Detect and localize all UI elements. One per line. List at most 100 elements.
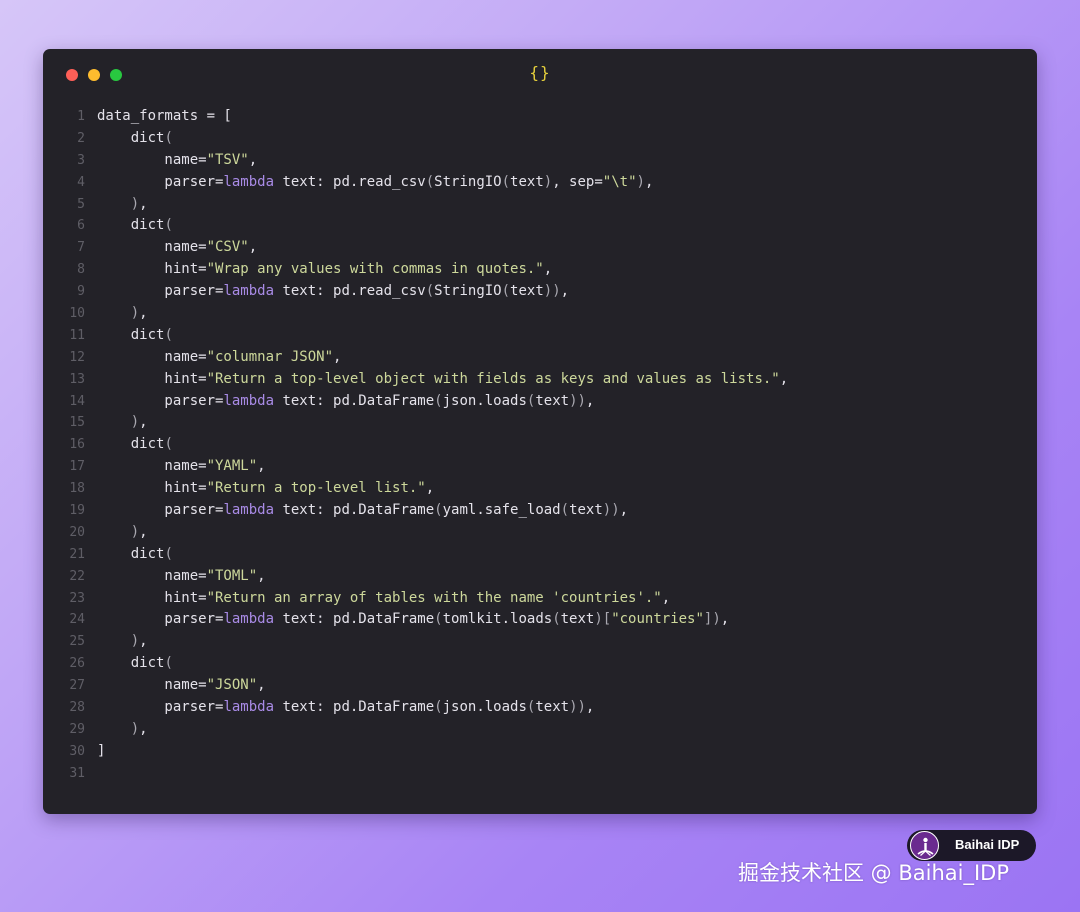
code-token: lambda bbox=[223, 173, 275, 190]
badge-label: Baihai IDP bbox=[955, 837, 1020, 852]
line-number: 20 bbox=[69, 524, 85, 540]
code-token: dict bbox=[97, 217, 165, 234]
code-token: , bbox=[139, 720, 148, 737]
code-token: ]) bbox=[703, 611, 721, 628]
line-number: 12 bbox=[69, 349, 85, 365]
line-number: 14 bbox=[69, 393, 85, 409]
code-line: 28 parser=lambda text: pd.DataFrame(json… bbox=[43, 697, 1037, 719]
code-token: dict bbox=[97, 655, 165, 672]
code-text: ), bbox=[97, 631, 148, 653]
code-token: ( bbox=[425, 173, 435, 190]
code-token: "CSV" bbox=[206, 239, 249, 256]
code-token: ( bbox=[164, 436, 173, 453]
code-token: , bbox=[644, 173, 654, 190]
code-token: text: pd.DataFrame bbox=[274, 502, 435, 519]
code-token: name= bbox=[97, 458, 207, 475]
code-token: ) bbox=[130, 414, 140, 431]
code-token: lambda bbox=[223, 502, 275, 519]
code-line: 9 parser=lambda text: pd.read_csv(String… bbox=[43, 281, 1037, 303]
code-token: hint= bbox=[97, 370, 207, 387]
code-token: ( bbox=[552, 611, 561, 628]
code-token: , sep= bbox=[552, 173, 603, 190]
code-token: )) bbox=[569, 392, 586, 409]
code-token: text bbox=[569, 502, 603, 519]
code-line: 1 data_formats = [ bbox=[43, 106, 1037, 128]
code-line: 5 ), bbox=[43, 194, 1037, 216]
line-number: 25 bbox=[69, 634, 85, 650]
code-token: name= bbox=[97, 151, 207, 168]
code-token: "Return an array of tables with the name… bbox=[206, 589, 662, 606]
code-token: StringIO bbox=[434, 283, 502, 300]
code-token: ) bbox=[130, 523, 140, 540]
code-text: name="TSV", bbox=[97, 150, 257, 172]
code-line: 29 ), bbox=[43, 719, 1037, 741]
code-token: )) bbox=[602, 502, 620, 519]
line-number: 16 bbox=[69, 437, 85, 453]
code-text: parser=lambda text: pd.DataFrame(tomlkit… bbox=[97, 609, 729, 631]
code-token: text bbox=[560, 611, 595, 628]
code-token: "JSON" bbox=[206, 677, 258, 694]
code-token: text bbox=[535, 699, 570, 716]
code-text: hint="Wrap any values with commas in quo… bbox=[97, 259, 552, 281]
page: { "window": { "title_icon": "{}", "traff… bbox=[0, 0, 1080, 912]
code-token: ) bbox=[130, 305, 140, 322]
code-token: ( bbox=[164, 217, 173, 234]
code-text: name="JSON", bbox=[97, 675, 265, 697]
code-text: hint="Return a top-level object with fie… bbox=[97, 369, 788, 391]
code-line: 24 parser=lambda text: pd.DataFrame(toml… bbox=[43, 609, 1037, 631]
code-token: parser= bbox=[97, 173, 224, 190]
code-token: "TSV" bbox=[206, 151, 249, 168]
code-token: , bbox=[585, 699, 595, 716]
code-editor: 1 data_formats = [2 dict(3 name="TSV", 4 p… bbox=[43, 106, 1037, 785]
line-number: 8 bbox=[77, 262, 85, 278]
code-text: dict( bbox=[97, 325, 173, 347]
code-token: )) bbox=[543, 283, 561, 300]
code-token: "Wrap any values with commas in quotes." bbox=[206, 261, 544, 278]
code-token: ( bbox=[434, 699, 443, 716]
line-number: 17 bbox=[69, 459, 85, 475]
code-text: hint="Return an array of tables with the… bbox=[97, 588, 670, 610]
code-token: lambda bbox=[223, 699, 275, 716]
line-number: 2 bbox=[77, 130, 85, 146]
code-token: parser= bbox=[97, 699, 224, 716]
code-line: 31 bbox=[43, 763, 1037, 785]
code-text: dict( bbox=[97, 544, 173, 566]
code-line: 6 dict( bbox=[43, 215, 1037, 237]
code-text: parser=lambda text: pd.DataFrame(yaml.sa… bbox=[97, 500, 628, 522]
line-number: 29 bbox=[69, 721, 85, 737]
line-number: 6 bbox=[77, 218, 85, 234]
code-token: ( bbox=[434, 502, 443, 519]
code-token: "columnar JSON" bbox=[206, 348, 334, 365]
code-token: , bbox=[139, 305, 148, 322]
code-line: 17 name="YAML", bbox=[43, 456, 1037, 478]
code-token: , bbox=[543, 261, 553, 278]
code-token: ( bbox=[425, 283, 435, 300]
code-token: text bbox=[510, 173, 544, 190]
line-number: 15 bbox=[69, 415, 85, 431]
code-token: , bbox=[333, 348, 342, 365]
code-text: data_formats = [ bbox=[97, 106, 232, 128]
line-number: 21 bbox=[69, 546, 85, 562]
line-number: 13 bbox=[69, 371, 85, 387]
code-line: 16 dict( bbox=[43, 434, 1037, 456]
code-token: ) bbox=[130, 195, 140, 212]
code-line: 7 name="CSV", bbox=[43, 237, 1037, 259]
code-token: dict bbox=[97, 436, 165, 453]
code-token: name= bbox=[97, 239, 207, 256]
code-line: 3 name="TSV", bbox=[43, 150, 1037, 172]
code-text: ), bbox=[97, 412, 148, 434]
code-token: yaml.safe_load bbox=[442, 502, 561, 519]
code-token: ) bbox=[130, 633, 140, 650]
code-text: name="columnar JSON", bbox=[97, 347, 341, 369]
code-token: , bbox=[257, 567, 266, 584]
line-number: 24 bbox=[69, 612, 85, 628]
line-number: 27 bbox=[69, 678, 85, 694]
code-text: dict( bbox=[97, 653, 173, 675]
code-token: , bbox=[619, 502, 629, 519]
line-number: 18 bbox=[69, 481, 85, 497]
